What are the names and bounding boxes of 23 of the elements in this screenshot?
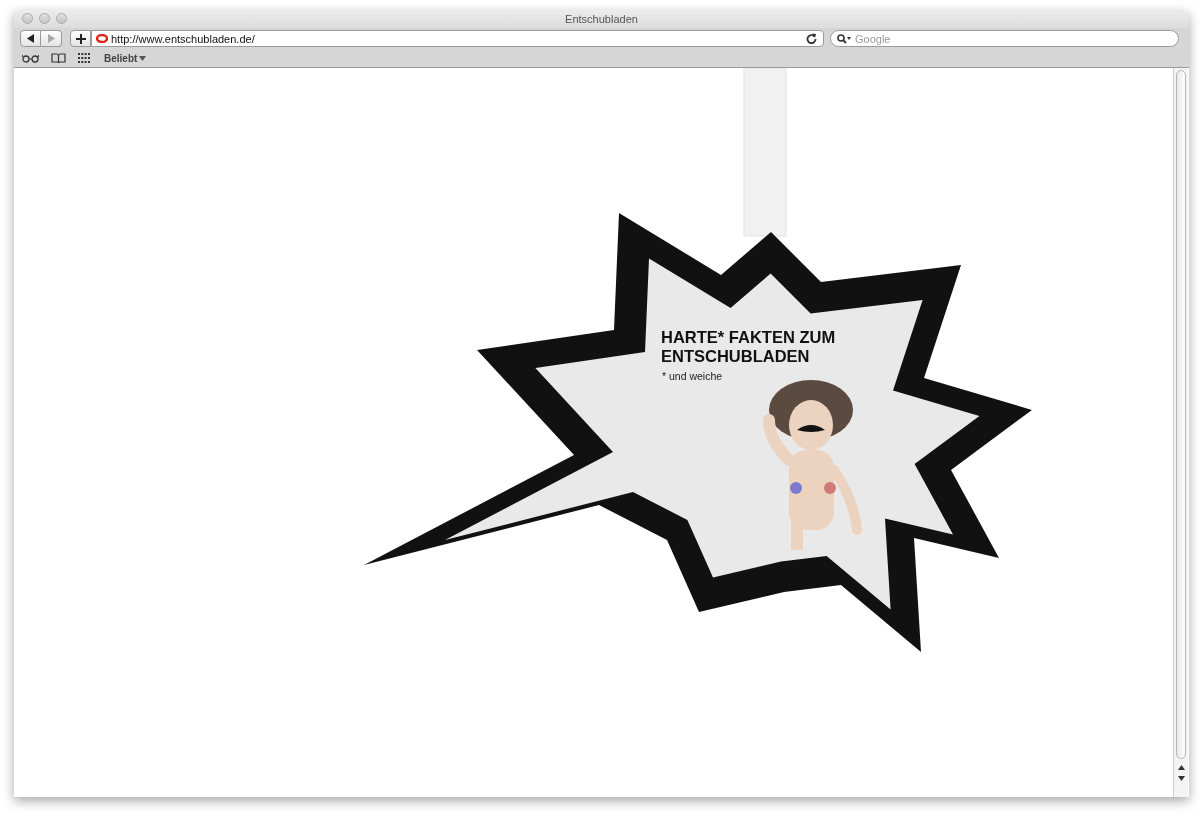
bookmarks-menu[interactable]: Beliebt: [104, 52, 147, 64]
reading-list-icon[interactable]: [22, 53, 39, 63]
right-triangle-icon: [47, 34, 55, 43]
footnote-text: * und weiche: [662, 370, 724, 382]
left-triangle-icon: [26, 34, 35, 43]
book-icon[interactable]: [51, 52, 66, 64]
url-input[interactable]: http://www.entschubladen.de/: [111, 32, 803, 45]
scroll-up-icon[interactable]: [1177, 765, 1185, 770]
address-bar[interactable]: http://www.entschubladen.de/: [91, 30, 824, 47]
reload-icon[interactable]: [806, 33, 817, 44]
search-bar[interactable]: Google: [830, 30, 1179, 47]
grid-icon[interactable]: [78, 53, 90, 64]
back-button[interactable]: [20, 30, 41, 47]
lips-icon: [96, 34, 108, 43]
add-bookmark-button[interactable]: [70, 30, 91, 47]
page-heading: HARTE* FAKTEN ZUM ENTSCHUBLADEN: [661, 328, 837, 366]
plus-icon: [75, 33, 86, 44]
window-title: Entschubladen: [565, 12, 638, 25]
search-input[interactable]: Google: [855, 32, 1172, 45]
caret-icon: [139, 55, 147, 61]
search-icon: [837, 33, 851, 44]
scroll-down-icon[interactable]: [1177, 776, 1185, 781]
scrollbar[interactable]: [1173, 68, 1188, 797]
